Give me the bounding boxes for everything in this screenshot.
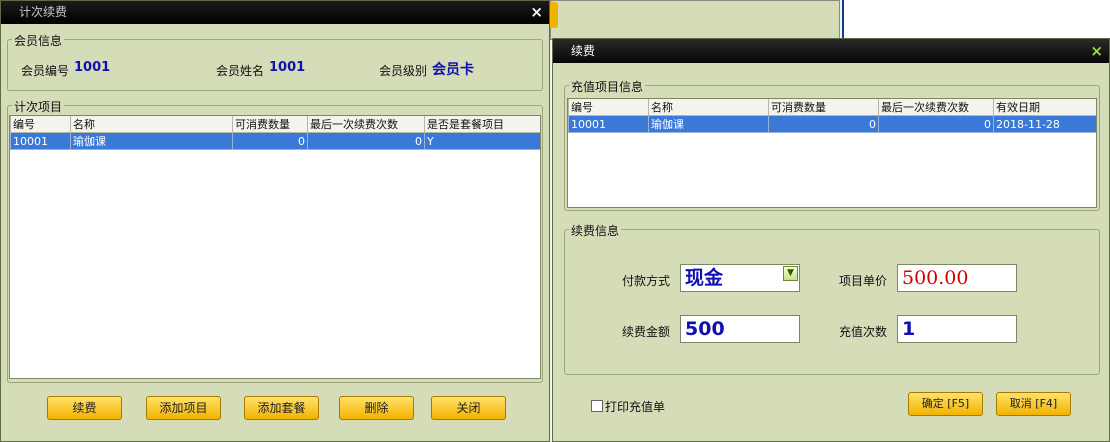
- cell-id: 10001: [10, 132, 71, 150]
- close-icon[interactable]: ×: [530, 1, 543, 24]
- col-header[interactable]: 编号: [568, 99, 649, 116]
- col-header[interactable]: 名称: [70, 116, 233, 133]
- recharge-count-label: 充值次数: [839, 325, 888, 339]
- col-header[interactable]: 名称: [648, 99, 769, 116]
- cell-id: 10001: [568, 115, 649, 133]
- member-level-value: 会员卡: [432, 62, 474, 78]
- col-header[interactable]: 是否是套餐项目: [424, 116, 540, 133]
- renew-amount-field[interactable]: 500: [680, 315, 800, 343]
- count-items-label: 计次项目: [12, 98, 65, 115]
- table-header: 编号 名称 可消费数量 最后一次续费次数 是否是套餐项目: [10, 116, 540, 133]
- cell-quantity: 0: [232, 132, 308, 150]
- member-id-label: 会员编号: [21, 64, 70, 78]
- renew-button[interactable]: 续费: [47, 396, 122, 420]
- delete-button[interactable]: 删除: [339, 396, 414, 420]
- payment-method-value: 现金: [685, 267, 724, 289]
- left-window-title: 计次续费: [19, 5, 68, 19]
- left-title-bar: 计次续费 ×: [1, 1, 549, 24]
- col-header[interactable]: 有效日期: [993, 99, 1096, 116]
- chevron-down-icon[interactable]: ▼: [783, 266, 798, 281]
- add-item-button[interactable]: 添加项目: [146, 396, 221, 420]
- cell-quantity: 0: [768, 115, 879, 133]
- print-receipt-checkbox[interactable]: [591, 400, 603, 412]
- cell-last-renew: 0: [307, 132, 425, 150]
- table-row[interactable]: 10001 瑜伽课 0 0 Y: [10, 132, 540, 150]
- print-receipt-label[interactable]: 打印充值单: [605, 398, 665, 415]
- right-title-bar: 续费 ×: [553, 39, 1109, 63]
- col-header[interactable]: 最后一次续费次数: [307, 116, 425, 133]
- recharge-items-label: 充值项目信息: [569, 78, 646, 95]
- count-items-grid[interactable]: 编号 名称 可消费数量 最后一次续费次数 是否是套餐项目 10001 瑜伽课 0…: [9, 115, 541, 379]
- member-name-label: 会员姓名: [216, 64, 265, 78]
- unit-price-field[interactable]: 500.00: [897, 264, 1017, 292]
- cell-package: Y: [424, 132, 540, 150]
- table-row[interactable]: 10001 瑜伽课 0 0 2018-11-28: [568, 115, 1096, 133]
- add-package-button[interactable]: 添加套餐: [244, 396, 319, 420]
- payment-method-select[interactable]: 现金 ▼: [680, 264, 800, 292]
- member-level-label: 会员级别: [379, 64, 428, 78]
- renew-info-group: 续费信息: [564, 222, 1100, 375]
- renew-amount-label: 续费金额: [622, 325, 671, 339]
- cancel-button[interactable]: 取消 [F4]: [996, 392, 1071, 416]
- count-items-table: 编号 名称 可消费数量 最后一次续费次数 是否是套餐项目 10001 瑜伽课 0…: [10, 116, 540, 150]
- member-name-value: 1001: [269, 60, 306, 75]
- renew-dialog: 续费 × 充值项目信息 编号 名称 可消费数量 最后一次续费次数 有效日期 10…: [552, 38, 1110, 442]
- close-icon[interactable]: ×: [1090, 39, 1103, 63]
- table-header: 编号 名称 可消费数量 最后一次续费次数 有效日期: [568, 99, 1096, 116]
- close-button[interactable]: 关闭: [431, 396, 506, 420]
- unit-price-label: 项目单价: [839, 274, 888, 288]
- background-panel: [842, 0, 1110, 40]
- col-header[interactable]: 可消费数量: [232, 116, 308, 133]
- confirm-button[interactable]: 确定 [F5]: [908, 392, 983, 416]
- recharge-items-grid[interactable]: 编号 名称 可消费数量 最后一次续费次数 有效日期 10001 瑜伽课 0 0 …: [567, 98, 1097, 208]
- renew-info-label: 续费信息: [569, 222, 622, 239]
- right-window-title: 续费: [571, 44, 596, 58]
- recharge-items-table: 编号 名称 可消费数量 最后一次续费次数 有效日期 10001 瑜伽课 0 0 …: [568, 99, 1096, 133]
- col-header[interactable]: 编号: [10, 116, 71, 133]
- member-id-value: 1001: [74, 60, 111, 75]
- cell-name: 瑜伽课: [648, 115, 769, 133]
- payment-method-label: 付款方式: [622, 274, 671, 288]
- background-window: [550, 0, 840, 40]
- cell-expiry: 2018-11-28: [993, 115, 1096, 133]
- cell-name: 瑜伽课: [70, 132, 233, 150]
- renew-count-window: 计次续费 × 会员信息 会员编号 1001 会员姓名 1001 会员级别 会员卡…: [0, 0, 550, 442]
- recharge-count-field[interactable]: 1: [897, 315, 1017, 343]
- member-info-label: 会员信息: [12, 32, 65, 49]
- cell-last-renew: 0: [878, 115, 994, 133]
- col-header[interactable]: 可消费数量: [768, 99, 879, 116]
- col-header[interactable]: 最后一次续费次数: [878, 99, 994, 116]
